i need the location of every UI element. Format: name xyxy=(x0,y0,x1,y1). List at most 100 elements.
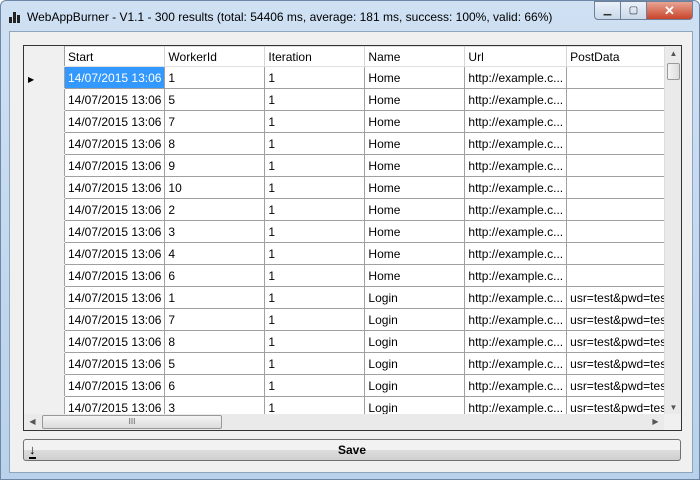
cell-postdata[interactable]: usr=test&pwd=test xyxy=(566,308,674,331)
row-header[interactable] xyxy=(24,242,65,265)
cell-iteration[interactable]: 1 xyxy=(264,88,366,111)
cell-iteration[interactable]: 1 xyxy=(264,286,366,309)
scroll-down-arrow-icon[interactable]: ▼ xyxy=(665,403,681,412)
column-header-url[interactable]: Url xyxy=(464,46,568,67)
vertical-scroll-thumb[interactable] xyxy=(667,63,680,80)
table-row[interactable]: 14/07/2015 13:06 5 1 Login http://example.c.… xyxy=(24,352,674,375)
cell-name[interactable]: Home xyxy=(364,132,466,155)
cell-start[interactable]: 14/07/2015 13:06 xyxy=(63,154,166,177)
cell-workerid[interactable]: 5 xyxy=(164,352,266,375)
cell-workerid[interactable]: 1 xyxy=(164,286,266,309)
cell-url[interactable]: http://example.c... xyxy=(464,110,568,133)
cell-postdata[interactable] xyxy=(566,264,674,287)
cell-postdata[interactable] xyxy=(566,198,674,221)
cell-iteration[interactable]: 1 xyxy=(264,308,366,331)
row-header[interactable] xyxy=(24,374,65,397)
scroll-up-arrow-icon[interactable]: ▲ xyxy=(665,49,681,58)
save-button[interactable]: ↓ Save xyxy=(23,439,681,461)
table-row[interactable]: 14/07/2015 13:06 7 1 Login http://example.c.… xyxy=(24,308,674,331)
cell-url[interactable]: http://example.c... xyxy=(464,286,568,309)
cell-name[interactable]: Home xyxy=(364,66,466,89)
cell-postdata[interactable]: usr=test&pwd=test xyxy=(566,330,674,353)
row-header[interactable] xyxy=(24,220,65,243)
cell-workerid[interactable]: 7 xyxy=(164,110,266,133)
cell-url[interactable]: http://example.c... xyxy=(464,352,568,375)
table-row[interactable]: 14/07/2015 13:06 6 1 Home http://example.c..… xyxy=(24,264,674,287)
cell-postdata[interactable] xyxy=(566,66,674,89)
cell-url[interactable]: http://example.c... xyxy=(464,176,568,199)
cell-iteration[interactable]: 1 xyxy=(264,242,366,265)
cell-workerid[interactable]: 2 xyxy=(164,198,266,221)
vertical-scrollbar[interactable]: ▲ ▼ xyxy=(664,46,681,415)
cell-iteration[interactable]: 1 xyxy=(264,176,366,199)
row-header[interactable] xyxy=(24,264,65,287)
cell-postdata[interactable] xyxy=(566,220,674,243)
cell-postdata[interactable]: usr=test&pwd=test xyxy=(566,352,674,375)
cell-postdata[interactable] xyxy=(566,154,674,177)
column-header-postdata[interactable]: PostData xyxy=(566,46,674,67)
table-row[interactable]: 14/07/2015 13:06 10 1 Home http://example.c.… xyxy=(24,176,674,199)
cell-url[interactable]: http://example.c... xyxy=(464,154,568,177)
cell-workerid[interactable]: 10 xyxy=(164,176,266,199)
cell-name[interactable]: Login xyxy=(364,308,466,331)
table-row[interactable]: 14/07/2015 13:06 2 1 Home http://example.c..… xyxy=(24,198,674,221)
cell-iteration[interactable]: 1 xyxy=(264,198,366,221)
horizontal-scroll-thumb[interactable]: III xyxy=(42,415,222,429)
cell-iteration[interactable]: 1 xyxy=(264,154,366,177)
cell-iteration[interactable]: 1 xyxy=(264,66,366,89)
cell-iteration[interactable]: 1 xyxy=(264,330,366,353)
cell-workerid[interactable]: 3 xyxy=(164,220,266,243)
cell-postdata[interactable] xyxy=(566,110,674,133)
row-header[interactable] xyxy=(24,154,65,177)
column-header-name[interactable]: Name xyxy=(364,46,466,67)
cell-postdata[interactable]: usr=test&pwd=test xyxy=(566,286,674,309)
cell-start[interactable]: 14/07/2015 13:06 xyxy=(63,198,166,221)
table-row[interactable]: 14/07/2015 13:06 6 1 Login http://example.c.… xyxy=(24,374,674,397)
cell-name[interactable]: Login xyxy=(364,374,466,397)
cell-url[interactable]: http://example.c... xyxy=(464,374,568,397)
row-header[interactable]: ▶ xyxy=(24,66,65,89)
cell-url[interactable]: http://example.c... xyxy=(464,330,568,353)
cell-start[interactable]: 14/07/2015 13:06 xyxy=(63,286,166,309)
cell-name[interactable]: Home xyxy=(364,220,466,243)
cell-workerid[interactable]: 1 xyxy=(164,66,266,89)
row-header[interactable] xyxy=(24,330,65,353)
cell-workerid[interactable]: 9 xyxy=(164,154,266,177)
table-row[interactable]: 14/07/2015 13:06 9 1 Home http://example.c..… xyxy=(24,154,674,177)
cell-iteration[interactable]: 1 xyxy=(264,132,366,155)
cell-name[interactable]: Home xyxy=(364,154,466,177)
cell-start[interactable]: 14/07/2015 13:06 xyxy=(63,374,166,397)
cell-workerid[interactable]: 8 xyxy=(164,330,266,353)
cell-start[interactable]: 14/07/2015 13:06 xyxy=(63,242,166,265)
cell-url[interactable]: http://example.c... xyxy=(464,308,568,331)
scroll-left-arrow-icon[interactable]: ◀ xyxy=(24,417,41,426)
cell-url[interactable]: http://example.c... xyxy=(464,220,568,243)
table-row[interactable]: 14/07/2015 13:06 7 1 Home http://example.c..… xyxy=(24,110,674,133)
cell-url[interactable]: http://example.c... xyxy=(464,132,568,155)
cell-start[interactable]: 14/07/2015 13:06 xyxy=(63,88,166,111)
column-header-workerid[interactable]: WorkerId xyxy=(164,46,266,67)
cell-postdata[interactable] xyxy=(566,242,674,265)
cell-start[interactable]: 14/07/2015 13:06 xyxy=(63,110,166,133)
cell-postdata[interactable] xyxy=(566,88,674,111)
cell-iteration[interactable]: 1 xyxy=(264,264,366,287)
row-header[interactable] xyxy=(24,132,65,155)
cell-postdata[interactable] xyxy=(566,132,674,155)
row-header[interactable] xyxy=(24,198,65,221)
cell-url[interactable]: http://example.c... xyxy=(464,66,568,89)
cell-iteration[interactable]: 1 xyxy=(264,352,366,375)
minimize-button[interactable]: ▁ xyxy=(594,1,621,20)
row-header[interactable] xyxy=(24,176,65,199)
table-row[interactable]: ▶ 14/07/2015 13:06 1 1 Home http://example.c.… xyxy=(24,66,674,89)
cell-workerid[interactable]: 7 xyxy=(164,308,266,331)
cell-url[interactable]: http://example.c... xyxy=(464,264,568,287)
cell-iteration[interactable]: 1 xyxy=(264,110,366,133)
row-header[interactable] xyxy=(24,308,65,331)
cell-url[interactable]: http://example.c... xyxy=(464,198,568,221)
cell-workerid[interactable]: 6 xyxy=(164,264,266,287)
cell-name[interactable]: Home xyxy=(364,176,466,199)
cell-name[interactable]: Login xyxy=(364,286,466,309)
cell-iteration[interactable]: 1 xyxy=(264,374,366,397)
table-row[interactable]: 14/07/2015 13:06 5 1 Home http://example.c..… xyxy=(24,88,674,111)
cell-iteration[interactable]: 1 xyxy=(264,220,366,243)
